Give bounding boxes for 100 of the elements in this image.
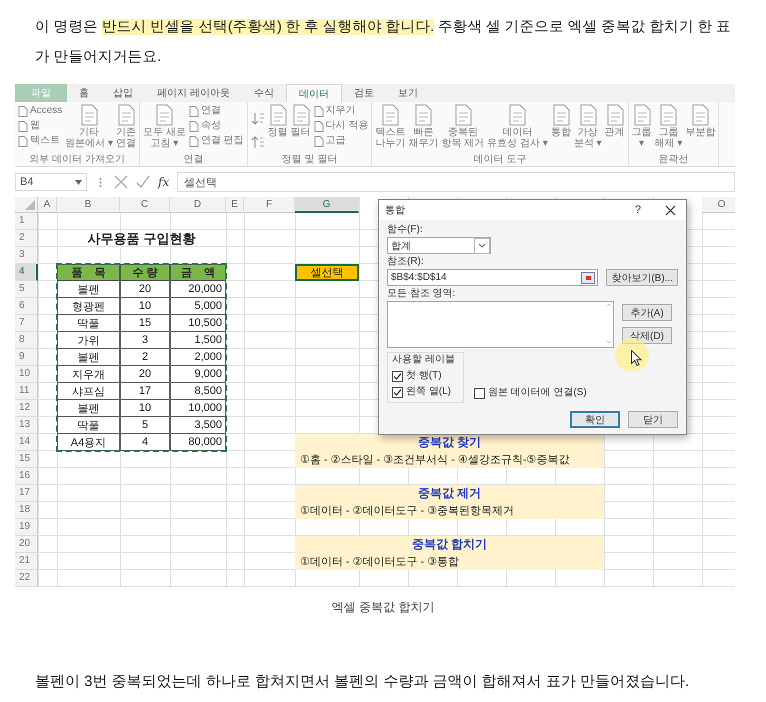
ribbon-button[interactable]: 다시 적용 [326, 119, 368, 133]
ribbon-button[interactable]: 가상 분석 ▾ [574, 104, 602, 154]
row-header[interactable]: 2 [15, 230, 38, 247]
row-header[interactable]: 10 [15, 366, 38, 383]
sort-icon[interactable] [250, 136, 265, 150]
select-all-icon[interactable] [25, 200, 35, 210]
references-list[interactable] [387, 301, 614, 348]
grip-icon [99, 176, 102, 188]
checkbox-label[interactable]: 원본 데이터에 연결(S) [488, 386, 587, 400]
reference-field[interactable]: $B$4:$D$14 [387, 269, 598, 286]
checkbox[interactable] [474, 388, 485, 398]
row-header[interactable]: 4 [15, 264, 38, 281]
ribbon-button[interactable]: 텍스트 [30, 134, 60, 148]
row-header[interactable]: 5 [15, 281, 38, 298]
ribbon-tab[interactable]: 홈 [67, 84, 101, 102]
ribbon-button[interactable]: 중복된 항목 제거 [441, 104, 484, 154]
ribbon-tab[interactable]: 삽입 [101, 84, 145, 102]
document-icon[interactable] [18, 106, 28, 116]
row-header[interactable]: 12 [15, 400, 38, 417]
ribbon-button[interactable]: 데이터 유효성 검사 ▾ [487, 104, 548, 154]
ribbon-button[interactable]: 텍스트 나누기 [375, 104, 406, 154]
row-header[interactable]: 3 [15, 247, 38, 264]
row-header[interactable]: 19 [15, 519, 38, 536]
row-header[interactable]: 20 [15, 536, 38, 553]
column-header[interactable]: F [244, 197, 295, 213]
document-icon[interactable] [314, 106, 324, 116]
range-picker-icon[interactable] [581, 272, 596, 284]
ribbon-tab[interactable]: 검토 [342, 84, 386, 102]
column-header[interactable]: G [295, 197, 359, 213]
checkbox-label[interactable]: 첫 행(T) [406, 369, 442, 383]
document-icon[interactable] [314, 120, 324, 132]
column-header[interactable]: O [702, 197, 735, 213]
row-header[interactable]: 9 [15, 349, 38, 366]
ribbon-button[interactable]: 정렬 [268, 104, 288, 154]
function-dropdown[interactable]: 합계 [387, 237, 491, 254]
table-cell: 80,000 [170, 434, 226, 451]
browse-button[interactable]: 찾아보기(B)... [606, 269, 678, 286]
ribbon-tab[interactable]: 수식 [242, 84, 286, 102]
ribbon-button[interactable]: 연결 [200, 104, 221, 118]
dialog-button[interactable]: 닫기 [628, 411, 678, 428]
row-header[interactable]: 21 [15, 553, 38, 570]
dialog-button[interactable]: 확인 [570, 411, 620, 428]
ribbon-button[interactable]: 연결 편집 [200, 134, 244, 148]
sort-icon[interactable] [250, 112, 265, 126]
table-cell: 2 [120, 349, 170, 366]
column-header[interactable]: C [120, 197, 170, 213]
selected-cell[interactable]: 셀선택 [295, 264, 359, 281]
row-header[interactable]: 13 [15, 417, 38, 434]
document-icon[interactable] [188, 106, 199, 116]
row-header[interactable]: 16 [15, 468, 38, 485]
row-header[interactable]: 15 [15, 451, 38, 468]
close-icon[interactable] [665, 204, 676, 216]
ribbon-button[interactable]: 기존 연결 [116, 104, 136, 154]
document-icon[interactable] [18, 136, 28, 146]
ribbon-button[interactable]: 웹 [30, 119, 40, 133]
ribbon-button[interactable]: 관계 [604, 104, 625, 154]
ribbon-button[interactable]: 모두 새로 고침 ▾ [143, 104, 186, 154]
document-icon[interactable] [188, 136, 199, 146]
ribbon-button[interactable]: 그룹 ▾ [632, 104, 652, 154]
checkbox-label[interactable]: 왼쪽 열(L) [406, 385, 451, 399]
cancel-icon[interactable] [114, 175, 128, 189]
ribbon-button[interactable]: 빠른 채우기 [408, 104, 438, 154]
ribbon-button[interactable]: 기타 원본에서 ▾ [65, 104, 114, 154]
row-header[interactable]: 22 [15, 570, 38, 587]
row-header[interactable]: 17 [15, 485, 38, 502]
column-header[interactable]: E [226, 197, 244, 213]
row-header[interactable]: 18 [15, 502, 38, 519]
name-box[interactable]: B4 [15, 173, 87, 191]
ribbon-button[interactable]: Access [30, 104, 62, 118]
ribbon-button[interactable]: 통합 [550, 104, 571, 154]
row-header[interactable]: 7 [15, 315, 38, 332]
column-header[interactable]: A [38, 197, 57, 213]
document-icon[interactable] [314, 136, 324, 146]
scrollbar[interactable] [605, 302, 613, 345]
ribbon-tab[interactable]: 데이터 [286, 84, 342, 102]
insert-function-button[interactable]: fx [158, 175, 170, 189]
ribbon-tab[interactable]: 보기 [386, 84, 430, 102]
dialog-button[interactable]: 삭제(D) [622, 327, 672, 344]
ribbon-button[interactable]: 지우기 [326, 104, 356, 118]
ribbon-button[interactable]: 부분합 [685, 104, 716, 154]
ribbon-button[interactable]: 고급 [326, 134, 346, 148]
check-icon[interactable] [136, 175, 150, 189]
formula-field[interactable]: 셀선택 [177, 172, 735, 192]
document-icon[interactable] [188, 120, 199, 132]
ribbon-tab[interactable]: 페이지 레이아웃 [145, 84, 242, 102]
ribbon-button[interactable]: 그룹 해제 ▾ [654, 104, 682, 154]
row-header[interactable]: 11 [15, 383, 38, 400]
column-header[interactable]: D [170, 197, 226, 213]
help-button[interactable]: ? [634, 204, 641, 216]
row-header[interactable]: 14 [15, 434, 38, 451]
checkbox[interactable] [392, 370, 403, 382]
row-header[interactable]: 1 [15, 213, 38, 230]
column-header[interactable]: B [57, 197, 120, 213]
row-header[interactable]: 6 [15, 298, 38, 315]
checkbox[interactable] [392, 386, 403, 398]
row-header[interactable]: 8 [15, 332, 38, 349]
document-icon[interactable] [18, 120, 28, 132]
dialog-button[interactable]: 추가(A) [622, 304, 672, 321]
ribbon-button[interactable]: 속성 [200, 119, 221, 133]
ribbon-button[interactable]: 필터 [290, 104, 311, 154]
